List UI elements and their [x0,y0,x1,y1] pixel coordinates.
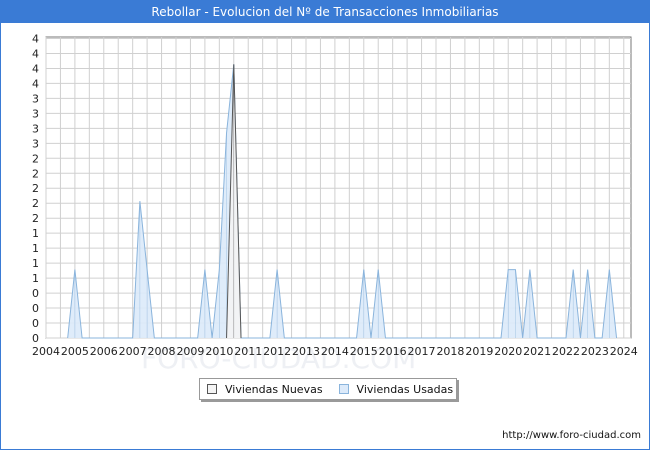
x-tick-label: 2006 [90,345,118,358]
y-axis: 0 0 0 0 1 1 1 1 2 2 2 2 2 3 3 3 3 4 4 4 4 [32,32,39,345]
y-tick-label: 4 [32,47,39,60]
x-tick-label: 2012 [263,345,291,358]
x-tick-label: 2009 [176,345,204,358]
y-tick-label: 1 [32,227,39,240]
legend-item-usadas: Viviendas Usadas [338,382,454,396]
legend-swatch-usadas [338,384,349,394]
y-tick-label: 1 [32,272,39,285]
y-tick-label: 4 [32,62,39,75]
x-tick-label: 2016 [379,345,407,358]
x-tick-label: 2017 [408,345,436,358]
y-tick-label: 1 [32,242,39,255]
legend-label-usadas: Viviendas Usadas [356,382,454,396]
x-tick-label: 2020 [494,345,522,358]
y-tick-label: 0 [32,332,39,345]
x-tick-label: 2024 [610,345,638,358]
chart-canvas: FORO-CIUDAD.COM 000011112222233334444 20… [32,32,638,373]
y-tick-label: 0 [32,302,39,315]
x-tick-label: 2014 [321,345,349,358]
y-tick-label: 4 [32,77,39,90]
x-tick-label: 2023 [581,345,609,358]
x-tick-label: 2004 [32,345,60,358]
legend-swatch-nuevas [207,384,217,394]
y-tick-label: 3 [32,92,39,105]
x-tick-label: 2007 [119,345,147,358]
legend-label-nuevas: Viviendas Nuevas [225,382,323,396]
y-tick-label: 2 [32,182,39,195]
y-tick-label: 2 [32,167,39,180]
x-tick-label: 2005 [61,345,89,358]
x-axis: 2004 2005 2006 2007 2008 2009 2010 2011 2012 2013… [32,345,638,358]
x-tick-label: 2015 [350,345,378,358]
y-tick-label: 2 [32,212,39,225]
y-tick-label: 0 [32,287,39,300]
legend: Viviendas Nuevas Viviendas Usadas [199,378,457,400]
y-tick-label: 1 [32,257,39,270]
x-tick-label: 2019 [465,345,493,358]
y-tick-label: 2 [32,152,39,165]
chart-frame: Rebollar - Evolucion del Nº de Transacci… [0,0,650,450]
x-tick-label: 2013 [292,345,320,358]
y-tick-label: 4 [32,32,39,45]
y-tick-label: 3 [32,137,39,150]
x-tick-label: 2008 [148,345,176,358]
y-tick-label: 3 [32,122,39,135]
y-tick-label: 2 [32,197,39,210]
footer-url: http://www.foro-ciudad.com [502,430,641,441]
x-tick-label: 2021 [523,345,551,358]
x-tick-label: 2018 [436,345,464,358]
y-tick-label: 3 [32,107,39,120]
x-tick-label: 2010 [205,345,233,358]
x-tick-label: 2022 [552,345,580,358]
legend-item-nuevas: Viviendas Nuevas [207,383,323,396]
x-tick-label: 2011 [234,345,262,358]
y-tick-label: 0 [32,317,39,330]
chart-title: Rebollar - Evolucion del Nº de Transacci… [1,1,649,23]
